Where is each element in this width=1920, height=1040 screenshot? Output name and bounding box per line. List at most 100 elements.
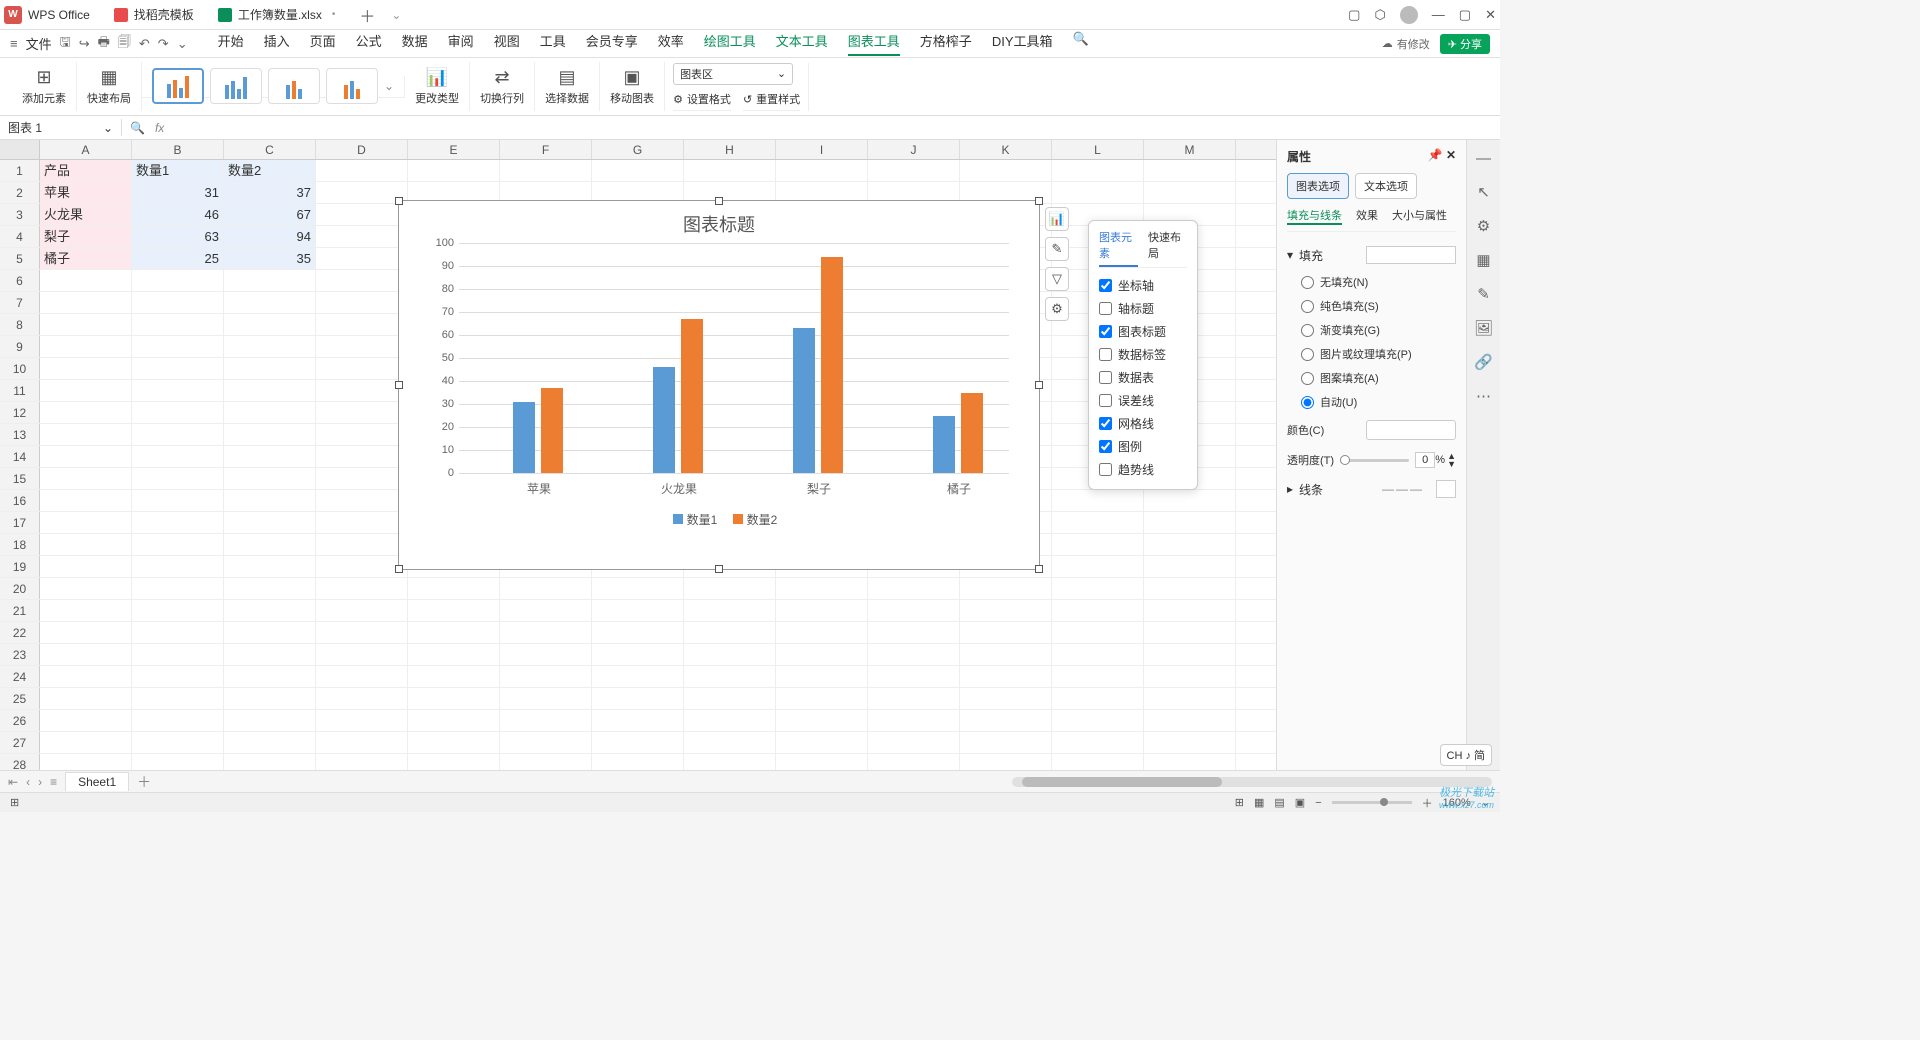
chart-bar[interactable] <box>933 416 955 474</box>
chart-preset-3[interactable] <box>268 68 320 104</box>
col-header[interactable]: H <box>684 140 776 159</box>
view-icon[interactable]: ⊞ <box>1235 796 1244 809</box>
cell[interactable] <box>1052 182 1144 203</box>
cell[interactable] <box>500 644 592 665</box>
cell[interactable] <box>132 666 224 687</box>
cell[interactable] <box>224 402 316 423</box>
cell[interactable] <box>1052 534 1144 555</box>
cell[interactable] <box>224 336 316 357</box>
cell[interactable]: 产品 <box>40 160 132 181</box>
cell[interactable] <box>132 534 224 555</box>
resize-handle[interactable] <box>715 565 723 573</box>
cell[interactable] <box>500 622 592 643</box>
cell[interactable] <box>316 622 408 643</box>
chart-element-option[interactable]: 坐标轴 <box>1099 274 1187 297</box>
row-header[interactable]: 24 <box>0 666 40 687</box>
popup-tab-elements[interactable]: 图表元素 <box>1099 229 1138 267</box>
checkbox[interactable] <box>1099 417 1112 430</box>
redo-icon[interactable]: ↷ <box>158 36 169 52</box>
row-header[interactable]: 26 <box>0 710 40 731</box>
cell[interactable] <box>132 578 224 599</box>
cell[interactable] <box>1052 710 1144 731</box>
tab-add-button[interactable]: ＋ <box>349 3 385 27</box>
fill-option[interactable]: 纯色填充(S) <box>1287 294 1456 318</box>
cell[interactable] <box>592 622 684 643</box>
fill-option[interactable]: 渐变填充(G) <box>1287 318 1456 342</box>
search-icon[interactable]: 🔍 <box>1072 31 1088 56</box>
cell[interactable] <box>960 754 1052 770</box>
cell[interactable] <box>1144 710 1236 731</box>
cell[interactable] <box>316 688 408 709</box>
cell[interactable] <box>224 578 316 599</box>
row-header[interactable]: 5 <box>0 248 40 269</box>
cell[interactable] <box>960 732 1052 753</box>
cell[interactable]: 25 <box>132 248 224 269</box>
user-avatar[interactable] <box>1400 6 1418 24</box>
cell[interactable]: 63 <box>132 226 224 247</box>
row-header[interactable]: 13 <box>0 424 40 445</box>
cell[interactable] <box>316 248 408 269</box>
checkbox[interactable] <box>1099 463 1112 476</box>
cell[interactable] <box>132 446 224 467</box>
cell[interactable] <box>1144 622 1236 643</box>
cell[interactable] <box>1052 512 1144 533</box>
cell[interactable] <box>132 292 224 313</box>
cell[interactable] <box>500 666 592 687</box>
ribbon-reset-style[interactable]: ↺ 重置样式 <box>743 89 800 111</box>
cell[interactable] <box>316 160 408 181</box>
chart-element-option[interactable]: 数据表 <box>1099 366 1187 389</box>
cell[interactable] <box>316 578 408 599</box>
menu-toggle-icon[interactable]: ≡ <box>10 36 18 51</box>
cell[interactable] <box>408 600 500 621</box>
menu-tab[interactable]: 视图 <box>494 31 520 56</box>
cell[interactable] <box>960 688 1052 709</box>
menu-tab[interactable]: 工具 <box>540 31 566 56</box>
row-header[interactable]: 4 <box>0 226 40 247</box>
cell[interactable] <box>684 710 776 731</box>
chart-object[interactable]: 图表标题 0102030405060708090100苹果火龙果梨子橘子 数量1… <box>398 200 1040 570</box>
cell[interactable] <box>592 644 684 665</box>
col-header[interactable]: C <box>224 140 316 159</box>
ribbon-switch-rc[interactable]: ⇄ 切换行列 <box>470 62 535 111</box>
cell[interactable] <box>316 534 408 555</box>
cell[interactable]: 37 <box>224 182 316 203</box>
cell[interactable] <box>316 424 408 445</box>
cell[interactable] <box>1144 644 1236 665</box>
chart-bar[interactable] <box>681 319 703 473</box>
export-icon[interactable]: ↪ <box>79 36 90 52</box>
cell[interactable] <box>132 490 224 511</box>
color-picker[interactable] <box>1366 420 1456 440</box>
cell[interactable]: 梨子 <box>40 226 132 247</box>
cell[interactable] <box>316 292 408 313</box>
menu-tab[interactable]: 审阅 <box>448 31 474 56</box>
name-box[interactable]: 图表 1⌄ <box>0 119 122 136</box>
line-swatch[interactable] <box>1436 480 1456 498</box>
cell[interactable] <box>40 446 132 467</box>
cell[interactable] <box>40 600 132 621</box>
cell[interactable] <box>1052 622 1144 643</box>
cell[interactable] <box>500 688 592 709</box>
cell[interactable] <box>592 688 684 709</box>
menu-tab[interactable]: 页面 <box>310 31 336 56</box>
link-tool-icon[interactable]: 🔗 <box>1474 352 1494 372</box>
cell[interactable] <box>132 688 224 709</box>
chart-legend[interactable]: 数量1 数量2 <box>399 503 1039 536</box>
col-header[interactable]: F <box>500 140 592 159</box>
cell[interactable] <box>40 380 132 401</box>
chart-bar[interactable] <box>541 388 563 473</box>
subtab-size[interactable]: 大小与属性 <box>1392 207 1447 225</box>
undo-icon[interactable]: ↶ <box>139 36 150 52</box>
cell[interactable] <box>224 644 316 665</box>
fill-option[interactable]: 图案填充(A) <box>1287 366 1456 390</box>
cell[interactable] <box>592 732 684 753</box>
cell[interactable] <box>316 446 408 467</box>
cell[interactable] <box>316 732 408 753</box>
row-header[interactable]: 17 <box>0 512 40 533</box>
ribbon-add-element[interactable]: ⊞ 添加元素 <box>12 62 77 111</box>
cell[interactable] <box>592 710 684 731</box>
radio[interactable] <box>1301 396 1314 409</box>
ribbon-select-data[interactable]: ▤ 选择数据 <box>535 62 600 111</box>
stepper-icon[interactable]: ▲▼ <box>1447 452 1456 468</box>
cell[interactable] <box>40 512 132 533</box>
cell[interactable] <box>316 710 408 731</box>
